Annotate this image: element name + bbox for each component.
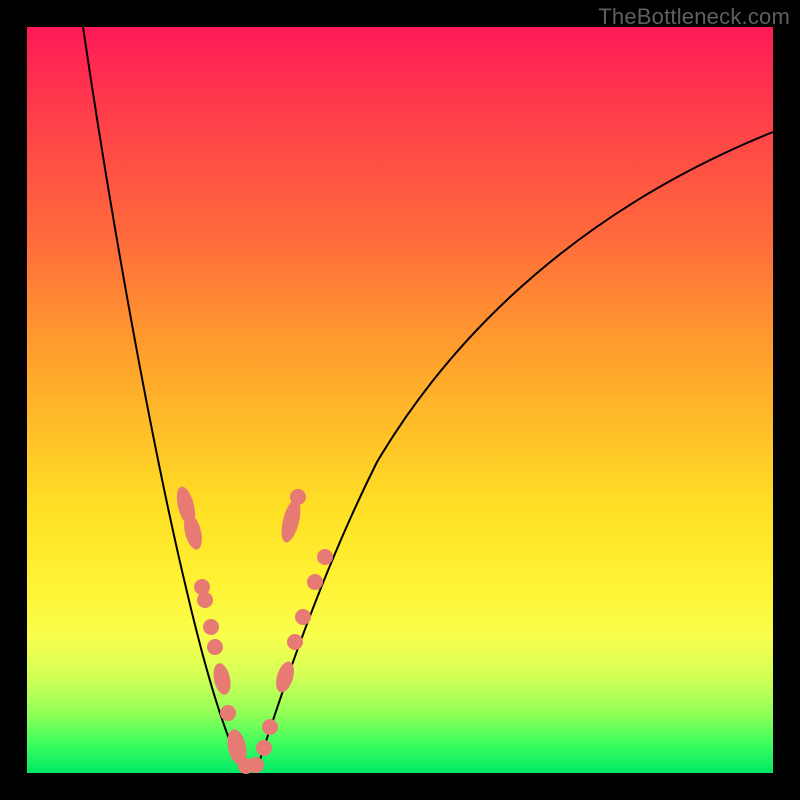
curve-layer xyxy=(27,27,773,773)
chart-frame: TheBottleneck.com xyxy=(0,0,800,800)
left-curve xyxy=(83,27,243,769)
plot-area xyxy=(27,27,773,773)
right-curve xyxy=(257,132,773,769)
marker-dots xyxy=(173,485,333,774)
watermark-text: TheBottleneck.com xyxy=(598,4,790,30)
